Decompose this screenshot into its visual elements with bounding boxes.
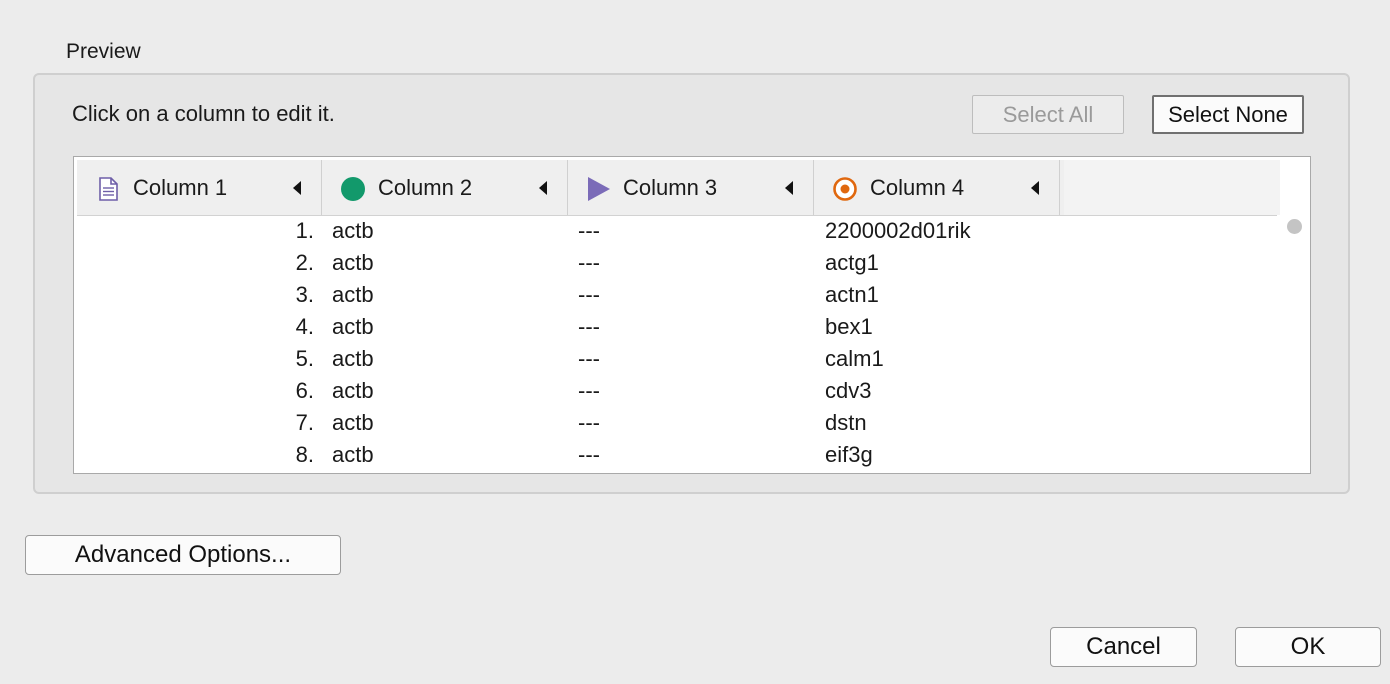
advanced-options-button[interactable]: Advanced Options... [25, 535, 341, 575]
caret-left-icon[interactable] [293, 181, 301, 195]
row-number: 2. [295, 250, 314, 275]
table-row: 4. actb --- bex1 [74, 311, 1274, 343]
table-row: 7. actb --- dstn [74, 407, 1274, 439]
instruction-text: Click on a column to edit it. [72, 101, 335, 126]
row-number: 4. [295, 314, 314, 339]
cancel-button[interactable]: Cancel [1050, 627, 1197, 667]
select-none-button[interactable]: Select None [1152, 95, 1304, 134]
column-header-1[interactable]: Column 1 [77, 160, 322, 215]
cell-column-2: actb [332, 314, 374, 339]
column-header-label: Column 1 [133, 175, 228, 200]
cell-column-4: actg1 [825, 250, 879, 275]
select-all-button[interactable]: Select All [972, 95, 1124, 134]
target-icon [833, 177, 857, 201]
column-header-label: Column 2 [378, 175, 473, 200]
cell-column-3: --- [578, 282, 600, 307]
preview-table: Column 1 Column 2 Column 3 Column 4 1. a… [73, 156, 1311, 474]
cell-column-2: actb [332, 442, 374, 467]
cell-column-2: actb [332, 346, 374, 371]
cell-column-4: actn1 [825, 282, 879, 307]
green-circle-icon [341, 177, 365, 201]
table-row: 6. actb --- cdv3 [74, 375, 1274, 407]
scrollbar[interactable] [1280, 217, 1310, 473]
table-row: 8. actb --- eif3g [74, 439, 1274, 471]
header-filler [1064, 160, 1280, 215]
table-row: 1. actb --- 2200002d01rik [74, 215, 1274, 247]
table-row: 5. actb --- calm1 [74, 343, 1274, 375]
document-icon [99, 177, 118, 201]
cell-column-4: cdv3 [825, 378, 872, 403]
cell-column-4: bex1 [825, 314, 873, 339]
cell-column-2: actb [332, 378, 374, 403]
scrollbar-knob[interactable] [1287, 219, 1302, 234]
cell-column-2: actb [332, 410, 374, 435]
cell-column-3: --- [578, 218, 600, 243]
row-number: 1. [295, 218, 314, 243]
cell-column-2: actb [332, 250, 374, 275]
cell-column-4: eif3g [825, 442, 873, 467]
cell-column-2: actb [332, 282, 374, 307]
cell-column-4: 2200002d01rik [825, 218, 971, 243]
row-number: 3. [295, 282, 314, 307]
column-header-4[interactable]: Column 4 [814, 160, 1060, 215]
cell-column-3: --- [578, 346, 600, 371]
cell-column-3: --- [578, 410, 600, 435]
column-header-label: Column 4 [870, 175, 965, 200]
cell-column-4: dstn [825, 410, 867, 435]
caret-left-icon[interactable] [785, 181, 793, 195]
purple-triangle-icon [588, 177, 610, 201]
cell-column-3: --- [578, 442, 600, 467]
column-header-3[interactable]: Column 3 [568, 160, 814, 215]
cell-column-4: calm1 [825, 346, 884, 371]
cell-column-3: --- [578, 250, 600, 275]
column-header-2[interactable]: Column 2 [322, 160, 568, 215]
row-number: 5. [295, 346, 314, 371]
table-header: Column 1 Column 2 Column 3 Column 4 [77, 160, 1280, 216]
row-number: 8. [295, 442, 314, 467]
caret-left-icon[interactable] [1031, 181, 1039, 195]
table-row: 3. actb --- actn1 [74, 279, 1274, 311]
caret-left-icon[interactable] [539, 181, 547, 195]
table-row: 2. actb --- actg1 [74, 247, 1274, 279]
cell-column-2: actb [332, 218, 374, 243]
column-header-label: Column 3 [623, 175, 718, 200]
row-number: 7. [295, 410, 314, 435]
cell-column-3: --- [578, 378, 600, 403]
row-number: 6. [295, 378, 314, 403]
cell-column-3: --- [578, 314, 600, 339]
ok-button[interactable]: OK [1235, 627, 1381, 667]
preview-label: Preview [66, 40, 141, 63]
